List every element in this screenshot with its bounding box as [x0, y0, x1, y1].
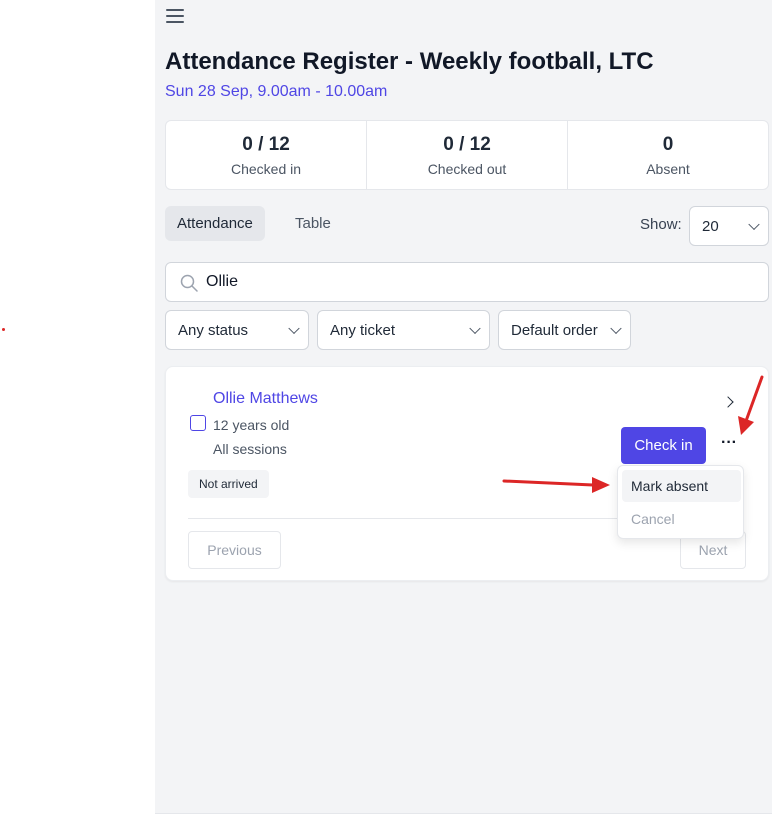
menu-item-cancel[interactable]: Cancel	[622, 503, 741, 535]
attendee-sessions: All sessions	[213, 441, 287, 457]
chevron-down-icon	[748, 218, 760, 231]
stat-checked-out: 0 / 12 Checked out	[367, 121, 568, 189]
check-in-button[interactable]: Check in	[621, 427, 706, 464]
session-datetime: Sun 28 Sep, 9.00am - 10.00am	[165, 83, 388, 100]
more-options-menu: Mark absent Cancel	[617, 465, 744, 539]
status-badge: Not arrived	[188, 470, 269, 498]
stats-panel: 0 / 12 Checked in 0 / 12 Checked out 0 A…	[165, 120, 769, 190]
tab-attendance[interactable]: Attendance	[165, 206, 265, 241]
tab-table[interactable]: Table	[283, 206, 343, 241]
attendee-select-checkbox[interactable]	[190, 415, 206, 431]
stat-label: Checked in	[230, 160, 302, 177]
order-value: Default order	[511, 321, 598, 339]
chevron-down-icon	[288, 322, 300, 335]
more-options-icon[interactable]: ···	[719, 435, 739, 455]
status-filter-select[interactable]: Any status	[165, 310, 309, 350]
search-input[interactable]	[206, 263, 746, 301]
left-blank-pane	[0, 0, 155, 819]
stat-value: 0 / 12	[242, 133, 290, 155]
previous-page-button[interactable]: Previous	[188, 531, 281, 569]
stat-value: 0 / 12	[443, 133, 491, 155]
annotation-dot	[2, 328, 5, 331]
status-filter-value: Any status	[178, 321, 249, 339]
menu-item-mark-absent[interactable]: Mark absent	[622, 470, 741, 502]
page-size-value: 20	[702, 217, 719, 235]
search-icon	[180, 274, 198, 292]
bottom-border	[155, 813, 772, 814]
search-field[interactable]	[165, 262, 769, 302]
page-title: Attendance Register - Weekly football, L…	[165, 48, 654, 75]
stat-absent: 0 Absent	[568, 121, 768, 189]
stat-value: 0	[662, 133, 674, 155]
stat-label: Absent	[646, 160, 690, 177]
main-content: Attendance Register - Weekly football, L…	[155, 0, 772, 813]
ticket-filter-value: Any ticket	[330, 321, 396, 339]
chevron-right-icon[interactable]	[722, 396, 734, 408]
ticket-filter-select[interactable]: Any ticket	[317, 310, 490, 350]
stat-checked-in: 0 / 12 Checked in	[166, 121, 367, 189]
page-size-select[interactable]: 20	[689, 206, 769, 246]
show-label: Show:	[640, 216, 682, 233]
order-select[interactable]: Default order	[498, 310, 631, 350]
hamburger-menu-icon[interactable]	[166, 8, 184, 24]
stat-label: Checked out	[427, 160, 507, 177]
attendee-name-link[interactable]: Ollie Matthews	[213, 390, 318, 408]
chevron-down-icon	[469, 322, 481, 335]
attendee-age: 12 years old	[213, 417, 290, 433]
chevron-down-icon	[610, 322, 622, 335]
